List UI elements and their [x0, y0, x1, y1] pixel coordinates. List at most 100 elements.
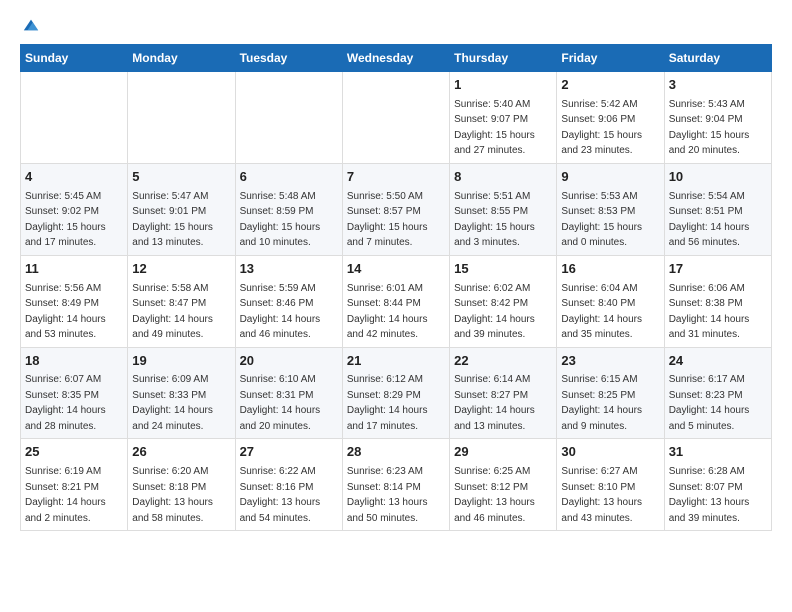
calendar-day-cell: 26Sunrise: 6:20 AMSunset: 8:18 PMDayligh…	[128, 439, 235, 531]
page: SundayMondayTuesdayWednesdayThursdayFrid…	[0, 0, 792, 547]
day-of-week-header: Sunday	[21, 45, 128, 72]
day-number: 10	[669, 168, 767, 187]
header	[20, 16, 772, 34]
calendar-day-cell	[342, 72, 449, 164]
day-of-week-header: Tuesday	[235, 45, 342, 72]
day-number: 18	[25, 352, 123, 371]
calendar-day-cell: 18 Sunrise: 6:07 AMSunset: 8:35 PMDayligh…	[21, 347, 128, 439]
day-number: 23	[561, 352, 659, 371]
day-number: 19	[132, 352, 230, 371]
day-number: 7	[347, 168, 445, 187]
calendar-day-cell: 4 Sunrise: 5:45 AMSunset: 9:02 PMDaylight…	[21, 163, 128, 255]
day-number: 14	[347, 260, 445, 279]
calendar-day-cell: 21 Sunrise: 6:12 AMSunset: 8:29 PMDayligh…	[342, 347, 449, 439]
calendar-day-cell: 12 Sunrise: 5:58 AMSunset: 8:47 PMDayligh…	[128, 255, 235, 347]
calendar-day-cell: 10 Sunrise: 5:54 AMSunset: 8:51 PMDayligh…	[664, 163, 771, 255]
calendar-week-row: 25 Sunrise: 6:19 AMSunset: 8:21 PMDayligh…	[21, 439, 772, 531]
day-number: 27	[240, 443, 338, 462]
day-info: Sunrise: 6:15 AMSunset: 8:25 PMDaylight:…	[561, 374, 642, 432]
day-number: 13	[240, 260, 338, 279]
day-of-week-header: Saturday	[664, 45, 771, 72]
calendar-week-row: 4 Sunrise: 5:45 AMSunset: 9:02 PMDaylight…	[21, 163, 772, 255]
day-number: 20	[240, 352, 338, 371]
calendar-day-cell: 25 Sunrise: 6:19 AMSunset: 8:21 PMDayligh…	[21, 439, 128, 531]
day-number: 21	[347, 352, 445, 371]
calendar-day-cell: 29 Sunrise: 6:25 AMSunset: 8:12 PMDayligh…	[450, 439, 557, 531]
logo-icon	[22, 16, 40, 34]
day-number: 22	[454, 352, 552, 371]
day-number: 1	[454, 76, 552, 95]
calendar-week-row: 18 Sunrise: 6:07 AMSunset: 8:35 PMDayligh…	[21, 347, 772, 439]
day-number: 25	[25, 443, 123, 462]
calendar-day-cell: 23 Sunrise: 6:15 AMSunset: 8:25 PMDayligh…	[557, 347, 664, 439]
day-info: Sunrise: 6:20 AMSunset: 8:18 PMDaylight:…	[132, 466, 213, 524]
day-number: 2	[561, 76, 659, 95]
calendar-day-cell: 30 Sunrise: 6:27 AMSunset: 8:10 PMDayligh…	[557, 439, 664, 531]
calendar-day-cell: 14 Sunrise: 6:01 AMSunset: 8:44 PMDayligh…	[342, 255, 449, 347]
day-number: 24	[669, 352, 767, 371]
day-info: Sunrise: 5:42 AMSunset: 9:06 PMDaylight:…	[561, 99, 642, 157]
calendar-day-cell: 6Sunrise: 5:48 AMSunset: 8:59 PMDaylight…	[235, 163, 342, 255]
day-info: Sunrise: 5:45 AMSunset: 9:02 PMDaylight:…	[25, 191, 106, 249]
day-info: Sunrise: 6:09 AMSunset: 8:33 PMDaylight:…	[132, 374, 213, 432]
calendar-header-row: SundayMondayTuesdayWednesdayThursdayFrid…	[21, 45, 772, 72]
day-info: Sunrise: 6:04 AMSunset: 8:40 PMDaylight:…	[561, 283, 642, 341]
day-info: Sunrise: 6:22 AMSunset: 8:16 PMDaylight:…	[240, 466, 321, 524]
day-number: 4	[25, 168, 123, 187]
day-of-week-header: Monday	[128, 45, 235, 72]
calendar-day-cell: 20 Sunrise: 6:10 AMSunset: 8:31 PMDayligh…	[235, 347, 342, 439]
day-info: Sunrise: 5:43 AMSunset: 9:04 PMDaylight:…	[669, 99, 750, 157]
day-info: Sunrise: 6:25 AMSunset: 8:12 PMDaylight:…	[454, 466, 535, 524]
day-info: Sunrise: 6:06 AMSunset: 8:38 PMDaylight:…	[669, 283, 750, 341]
day-number: 17	[669, 260, 767, 279]
day-info: Sunrise: 6:01 AMSunset: 8:44 PMDaylight:…	[347, 283, 428, 341]
day-number: 30	[561, 443, 659, 462]
calendar-day-cell: 3 Sunrise: 5:43 AMSunset: 9:04 PMDaylight…	[664, 72, 771, 164]
day-number: 12	[132, 260, 230, 279]
calendar-day-cell: 28 Sunrise: 6:23 AMSunset: 8:14 PMDayligh…	[342, 439, 449, 531]
calendar-day-cell	[235, 72, 342, 164]
day-info: Sunrise: 6:19 AMSunset: 8:21 PMDaylight:…	[25, 466, 106, 524]
calendar-day-cell: 31Sunrise: 6:28 AMSunset: 8:07 PMDayligh…	[664, 439, 771, 531]
calendar-day-cell: 27 Sunrise: 6:22 AMSunset: 8:16 PMDayligh…	[235, 439, 342, 531]
calendar-day-cell: 9Sunrise: 5:53 AMSunset: 8:53 PMDaylight…	[557, 163, 664, 255]
calendar-day-cell: 16Sunrise: 6:04 AMSunset: 8:40 PMDayligh…	[557, 255, 664, 347]
day-info: Sunrise: 6:14 AMSunset: 8:27 PMDaylight:…	[454, 374, 535, 432]
day-info: Sunrise: 6:23 AMSunset: 8:14 PMDaylight:…	[347, 466, 428, 524]
day-info: Sunrise: 6:17 AMSunset: 8:23 PMDaylight:…	[669, 374, 750, 432]
day-info: Sunrise: 5:51 AMSunset: 8:55 PMDaylight:…	[454, 191, 535, 249]
day-number: 8	[454, 168, 552, 187]
day-number: 15	[454, 260, 552, 279]
calendar-day-cell: 13 Sunrise: 5:59 AMSunset: 8:46 PMDayligh…	[235, 255, 342, 347]
day-info: Sunrise: 5:50 AMSunset: 8:57 PMDaylight:…	[347, 191, 428, 249]
day-info: Sunrise: 5:47 AMSunset: 9:01 PMDaylight:…	[132, 191, 213, 249]
day-info: Sunrise: 6:12 AMSunset: 8:29 PMDaylight:…	[347, 374, 428, 432]
day-number: 3	[669, 76, 767, 95]
calendar-day-cell: 24 Sunrise: 6:17 AMSunset: 8:23 PMDayligh…	[664, 347, 771, 439]
day-info: Sunrise: 5:58 AMSunset: 8:47 PMDaylight:…	[132, 283, 213, 341]
calendar-day-cell: 15 Sunrise: 6:02 AMSunset: 8:42 PMDayligh…	[450, 255, 557, 347]
day-of-week-header: Thursday	[450, 45, 557, 72]
calendar-day-cell: 7 Sunrise: 5:50 AMSunset: 8:57 PMDaylight…	[342, 163, 449, 255]
calendar-day-cell	[21, 72, 128, 164]
day-number: 29	[454, 443, 552, 462]
day-number: 28	[347, 443, 445, 462]
calendar-day-cell: 17 Sunrise: 6:06 AMSunset: 8:38 PMDayligh…	[664, 255, 771, 347]
calendar-day-cell: 11 Sunrise: 5:56 AMSunset: 8:49 PMDayligh…	[21, 255, 128, 347]
day-number: 31	[669, 443, 767, 462]
day-info: Sunrise: 5:54 AMSunset: 8:51 PMDaylight:…	[669, 191, 750, 249]
calendar-day-cell: 5Sunrise: 5:47 AMSunset: 9:01 PMDaylight…	[128, 163, 235, 255]
day-info: Sunrise: 6:07 AMSunset: 8:35 PMDaylight:…	[25, 374, 106, 432]
day-info: Sunrise: 6:10 AMSunset: 8:31 PMDaylight:…	[240, 374, 321, 432]
calendar-table: SundayMondayTuesdayWednesdayThursdayFrid…	[20, 44, 772, 531]
day-number: 11	[25, 260, 123, 279]
calendar-day-cell: 19 Sunrise: 6:09 AMSunset: 8:33 PMDayligh…	[128, 347, 235, 439]
day-of-week-header: Friday	[557, 45, 664, 72]
day-info: Sunrise: 5:53 AMSunset: 8:53 PMDaylight:…	[561, 191, 642, 249]
day-info: Sunrise: 5:59 AMSunset: 8:46 PMDaylight:…	[240, 283, 321, 341]
day-info: Sunrise: 6:27 AMSunset: 8:10 PMDaylight:…	[561, 466, 642, 524]
day-info: Sunrise: 6:02 AMSunset: 8:42 PMDaylight:…	[454, 283, 535, 341]
logo	[20, 16, 40, 34]
calendar-day-cell: 8 Sunrise: 5:51 AMSunset: 8:55 PMDaylight…	[450, 163, 557, 255]
day-info: Sunrise: 5:56 AMSunset: 8:49 PMDaylight:…	[25, 283, 106, 341]
